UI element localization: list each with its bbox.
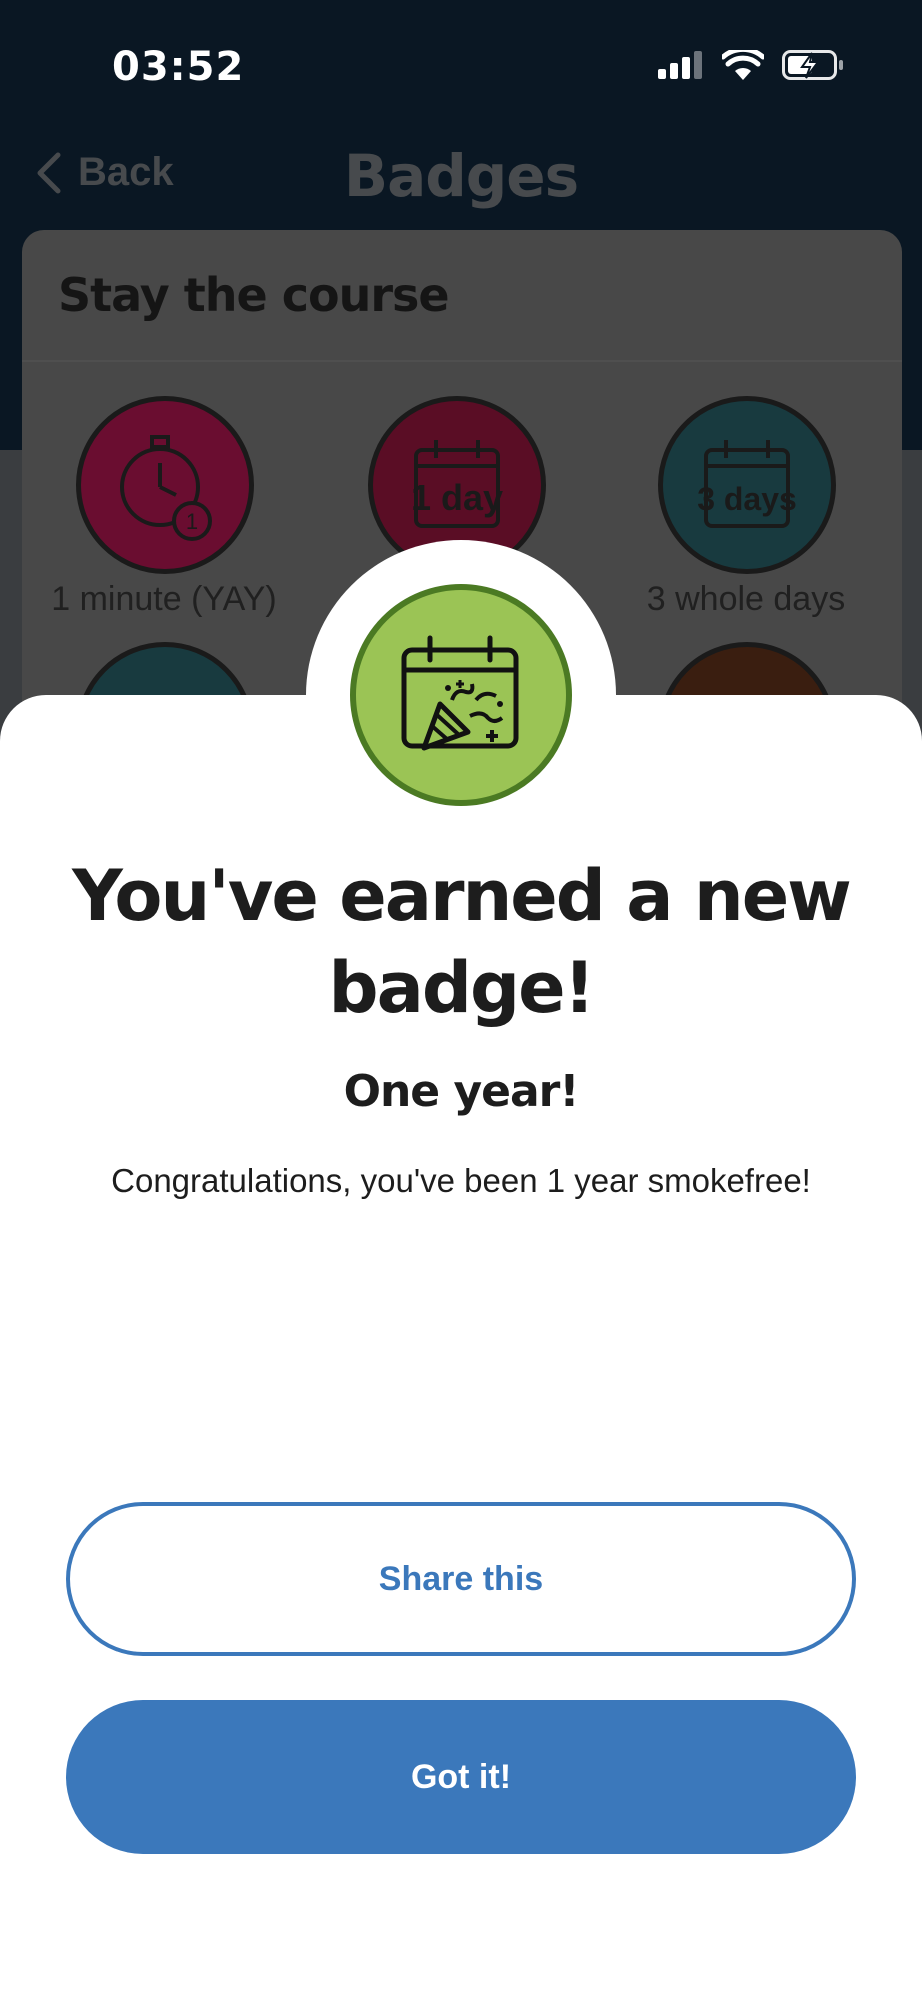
calendar-text: 3 days: [697, 481, 797, 517]
calendar-party-popper-icon: [401, 635, 519, 751]
badge-three-days[interactable]: 3 days: [658, 396, 836, 574]
calendar-text: 1 day: [411, 477, 503, 518]
card-divider: [22, 360, 902, 362]
stopwatch-icon: 1: [120, 435, 212, 541]
status-icons: [658, 50, 844, 80]
wifi-icon: [722, 50, 764, 80]
modal-headline: You've earned a new badge!: [72, 855, 852, 1029]
earned-badge-name: One year!: [343, 1066, 580, 1117]
got-it-button[interactable]: Got it!: [66, 1700, 856, 1854]
svg-text:1: 1: [186, 509, 198, 534]
calendar-1day-icon: 1 day: [411, 440, 503, 528]
status-time: 03:52: [112, 44, 245, 90]
earned-badge-medal: [350, 584, 572, 806]
badge-one-minute[interactable]: 1: [76, 396, 254, 574]
page-title: Badges: [343, 142, 579, 210]
badge-caption: 3 whole days: [646, 580, 846, 618]
share-button[interactable]: Share this: [66, 1502, 856, 1656]
badge-caption: 1 minute (YAY): [51, 580, 277, 618]
calendar-3days-icon: 3 days: [697, 440, 797, 528]
status-bar: 03:52: [0, 0, 922, 130]
earned-badge-message: Congratulations, you've been 1 year smok…: [111, 1162, 811, 1199]
cellular-signal-icon: [658, 51, 702, 79]
battery-charging-icon: [782, 50, 843, 80]
card-section-title: Stay the course: [58, 268, 450, 322]
